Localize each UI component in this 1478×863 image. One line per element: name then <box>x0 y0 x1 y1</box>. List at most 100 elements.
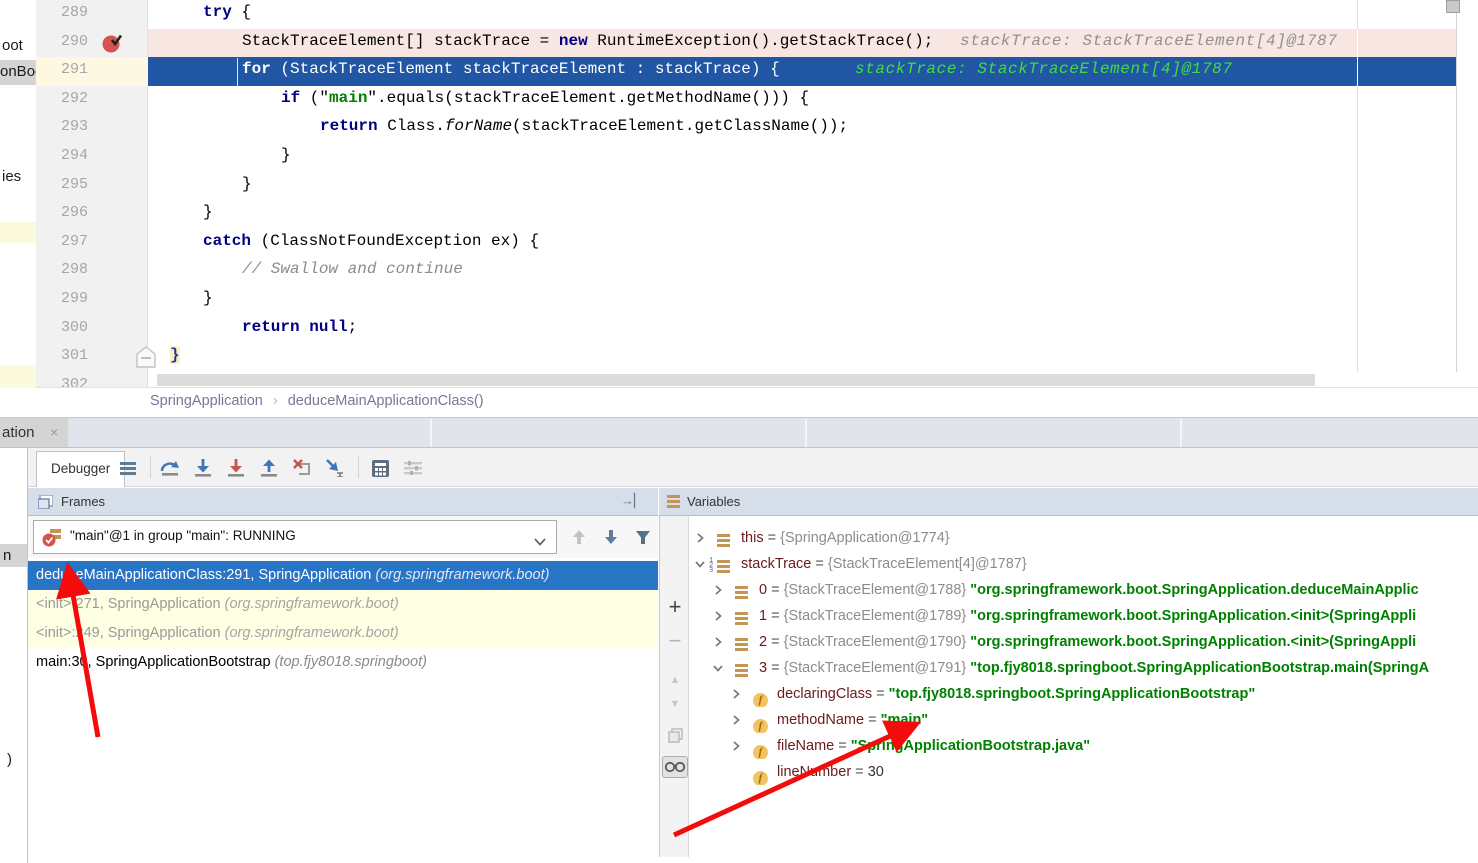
fold-marker-icon[interactable] <box>136 346 156 373</box>
evaluate-expression-icon[interactable] <box>368 456 392 480</box>
editor-line-299[interactable]: 299} <box>36 286 1478 315</box>
step-over-icon[interactable] <box>158 456 182 480</box>
line-number: 301 <box>36 347 88 364</box>
run-config-tab[interactable]: ation × <box>0 418 68 448</box>
code-text[interactable]: } <box>203 203 213 221</box>
expand-chevron-icon[interactable] <box>731 741 741 751</box>
horizontal-scrollbar[interactable] <box>149 372 1478 388</box>
debugger-toolbar: Debugger <box>28 448 1478 487</box>
filter-funnel-icon[interactable] <box>630 524 656 550</box>
string-value: "org.springframework.boot.SpringApplicat… <box>966 634 1416 650</box>
value-bars-icon <box>717 530 730 551</box>
line-number: 297 <box>36 233 88 250</box>
add-watch-button[interactable]: + <box>660 594 690 620</box>
close-icon[interactable]: × <box>50 418 58 447</box>
editor-line-297[interactable]: 297 catch (ClassNotFoundException ex) { <box>36 229 1478 258</box>
editor-line-295[interactable]: 295} <box>36 172 1478 201</box>
pin-icon[interactable]: →▏ <box>621 493 644 509</box>
editor-line-294[interactable]: 294} <box>36 143 1478 172</box>
editor-line-290[interactable]: 290StackTraceElement[] stackTrace = new … <box>36 29 1478 58</box>
editor-line-292[interactable]: 292 if ("main".equals(stackTraceElement.g… <box>36 86 1478 115</box>
frame-row[interactable]: <init>:249, SpringApplication (org.sprin… <box>28 619 658 648</box>
tree-item-fragment[interactable]: oot <box>2 37 23 54</box>
expand-chevron-icon[interactable] <box>695 533 705 543</box>
variable-row-methodName[interactable]: fmethodName = "main" <box>690 707 1478 733</box>
step-out-icon[interactable] <box>257 456 281 480</box>
variable-row-declaringClass[interactable]: fdeclaringClass = "top.fjy8018.springboo… <box>690 681 1478 707</box>
editor-line-289[interactable]: 289try { <box>36 0 1478 29</box>
code-text[interactable]: return null; <box>242 318 357 336</box>
frame-up-button[interactable] <box>566 524 592 550</box>
editor-line-300[interactable]: 300return null; <box>36 315 1478 344</box>
code-text[interactable]: // Swallow and continue <box>242 260 463 278</box>
editor-line-296[interactable]: 296} <box>36 200 1478 229</box>
frame-down-button[interactable] <box>598 524 624 550</box>
code-text[interactable]: } <box>203 289 213 307</box>
move-down-button[interactable]: ▼ <box>660 698 690 710</box>
variable-row-this[interactable]: this = {SpringApplication@1774} <box>690 525 1478 551</box>
code-text[interactable]: if ("main".equals(stackTraceElement.getM… <box>281 89 809 107</box>
editor-line-293[interactable]: 293 return Class.forName(stackTraceElemen… <box>36 114 1478 143</box>
project-panel-fragment: oot onBoot ies <box>0 0 36 417</box>
thread-selector-combobox[interactable]: "main"@1 in group "main": RUNNING <box>33 520 557 554</box>
variable-row-3[interactable]: 3 = {StackTraceElement@1791} "top.fjy801… <box>690 655 1478 681</box>
tab-debugger[interactable]: Debugger <box>36 451 125 487</box>
step-into-icon[interactable] <box>191 456 215 480</box>
variable-row-2[interactable]: 2 = {StackTraceElement@1790} "org.spring… <box>690 629 1478 655</box>
variable-row-lineNumber[interactable]: flineNumber = 30 <box>690 759 1478 785</box>
expand-chevron-icon[interactable] <box>731 715 741 725</box>
right-margin-guide <box>1357 86 1358 372</box>
move-up-button[interactable]: ▲ <box>660 674 690 686</box>
code-text[interactable]: StackTraceElement[] stackTrace = new Run… <box>242 32 933 50</box>
breadcrumb-method[interactable]: deduceMainApplicationClass() <box>288 393 484 409</box>
variable-name: fileName <box>777 738 834 754</box>
layout-settings-icon[interactable] <box>401 456 425 480</box>
expand-chevron-icon[interactable] <box>731 689 741 699</box>
right-margin-guide <box>1357 0 1358 29</box>
horizontal-scrollbar-thumb[interactable] <box>157 374 1315 386</box>
remove-watch-button[interactable]: − <box>660 628 690 654</box>
line-number: 295 <box>36 176 88 193</box>
code-text[interactable]: for (StackTraceElement stackTraceElement… <box>242 60 780 78</box>
variable-row-stackTrace[interactable]: 123stackTrace = {StackTraceElement[4]@17… <box>690 551 1478 577</box>
expand-chevron-icon[interactable] <box>713 611 723 621</box>
variable-row-fileName[interactable]: ffileName = "SpringApplicationBootstrap.… <box>690 733 1478 759</box>
show-watches-toggle[interactable] <box>662 756 688 778</box>
line-number: 292 <box>36 90 88 107</box>
editor-line-291[interactable]: 291for (StackTraceElement stackTraceElem… <box>36 57 1478 86</box>
tree-item-fragment[interactable]: ies <box>2 168 21 185</box>
editor-line-301[interactable]: 301} <box>36 343 1478 372</box>
variable-row-1[interactable]: 1 = {StackTraceElement@1789} "org.spring… <box>690 603 1478 629</box>
breakpoint-icon[interactable] <box>102 33 123 54</box>
vertical-scrollbar-thumb[interactable] <box>1446 0 1460 13</box>
code-editor[interactable]: 289try {290StackTraceElement[] stackTrac… <box>36 0 1478 388</box>
line-number: 293 <box>36 118 88 135</box>
tree-item-fragment[interactable]: onBoot <box>0 63 36 80</box>
equals-sign: = <box>872 686 889 702</box>
code-text[interactable]: try { <box>203 3 251 21</box>
run-to-cursor-icon[interactable] <box>323 456 347 480</box>
force-step-into-icon[interactable] <box>224 456 248 480</box>
code-text[interactable]: catch (ClassNotFoundException ex) { <box>203 232 539 250</box>
value-bars-icon <box>735 608 748 629</box>
code-text[interactable]: } <box>281 146 291 164</box>
variable-row-0[interactable]: 0 = {StackTraceElement@1788} "org.spring… <box>690 577 1478 603</box>
equals-sign: = <box>767 634 784 650</box>
expand-chevron-icon[interactable] <box>713 637 723 647</box>
editor-line-298[interactable]: 298// Swallow and continue <box>36 257 1478 286</box>
chevron-down-icon[interactable] <box>534 533 546 551</box>
collapse-chevron-icon[interactable] <box>713 663 723 673</box>
duplicate-icon[interactable] <box>660 728 690 748</box>
frame-row[interactable]: <init>:271, SpringApplication (org.sprin… <box>28 590 658 619</box>
expand-chevron-icon[interactable] <box>713 585 723 595</box>
code-text[interactable]: } <box>170 346 180 364</box>
hamburger-icon[interactable] <box>116 456 140 480</box>
breadcrumb-class[interactable]: SpringApplication <box>150 393 263 409</box>
drop-frame-icon[interactable] <box>290 456 314 480</box>
code-text[interactable]: return Class.forName(stackTraceElement.g… <box>320 117 848 135</box>
frame-row[interactable]: deduceMainApplicationClass:291, SpringAp… <box>28 561 658 590</box>
tab-separator <box>430 419 432 447</box>
frame-row[interactable]: main:30, SpringApplicationBootstrap (top… <box>28 648 658 677</box>
code-text[interactable]: } <box>242 175 252 193</box>
collapse-chevron-icon[interactable] <box>695 559 705 569</box>
